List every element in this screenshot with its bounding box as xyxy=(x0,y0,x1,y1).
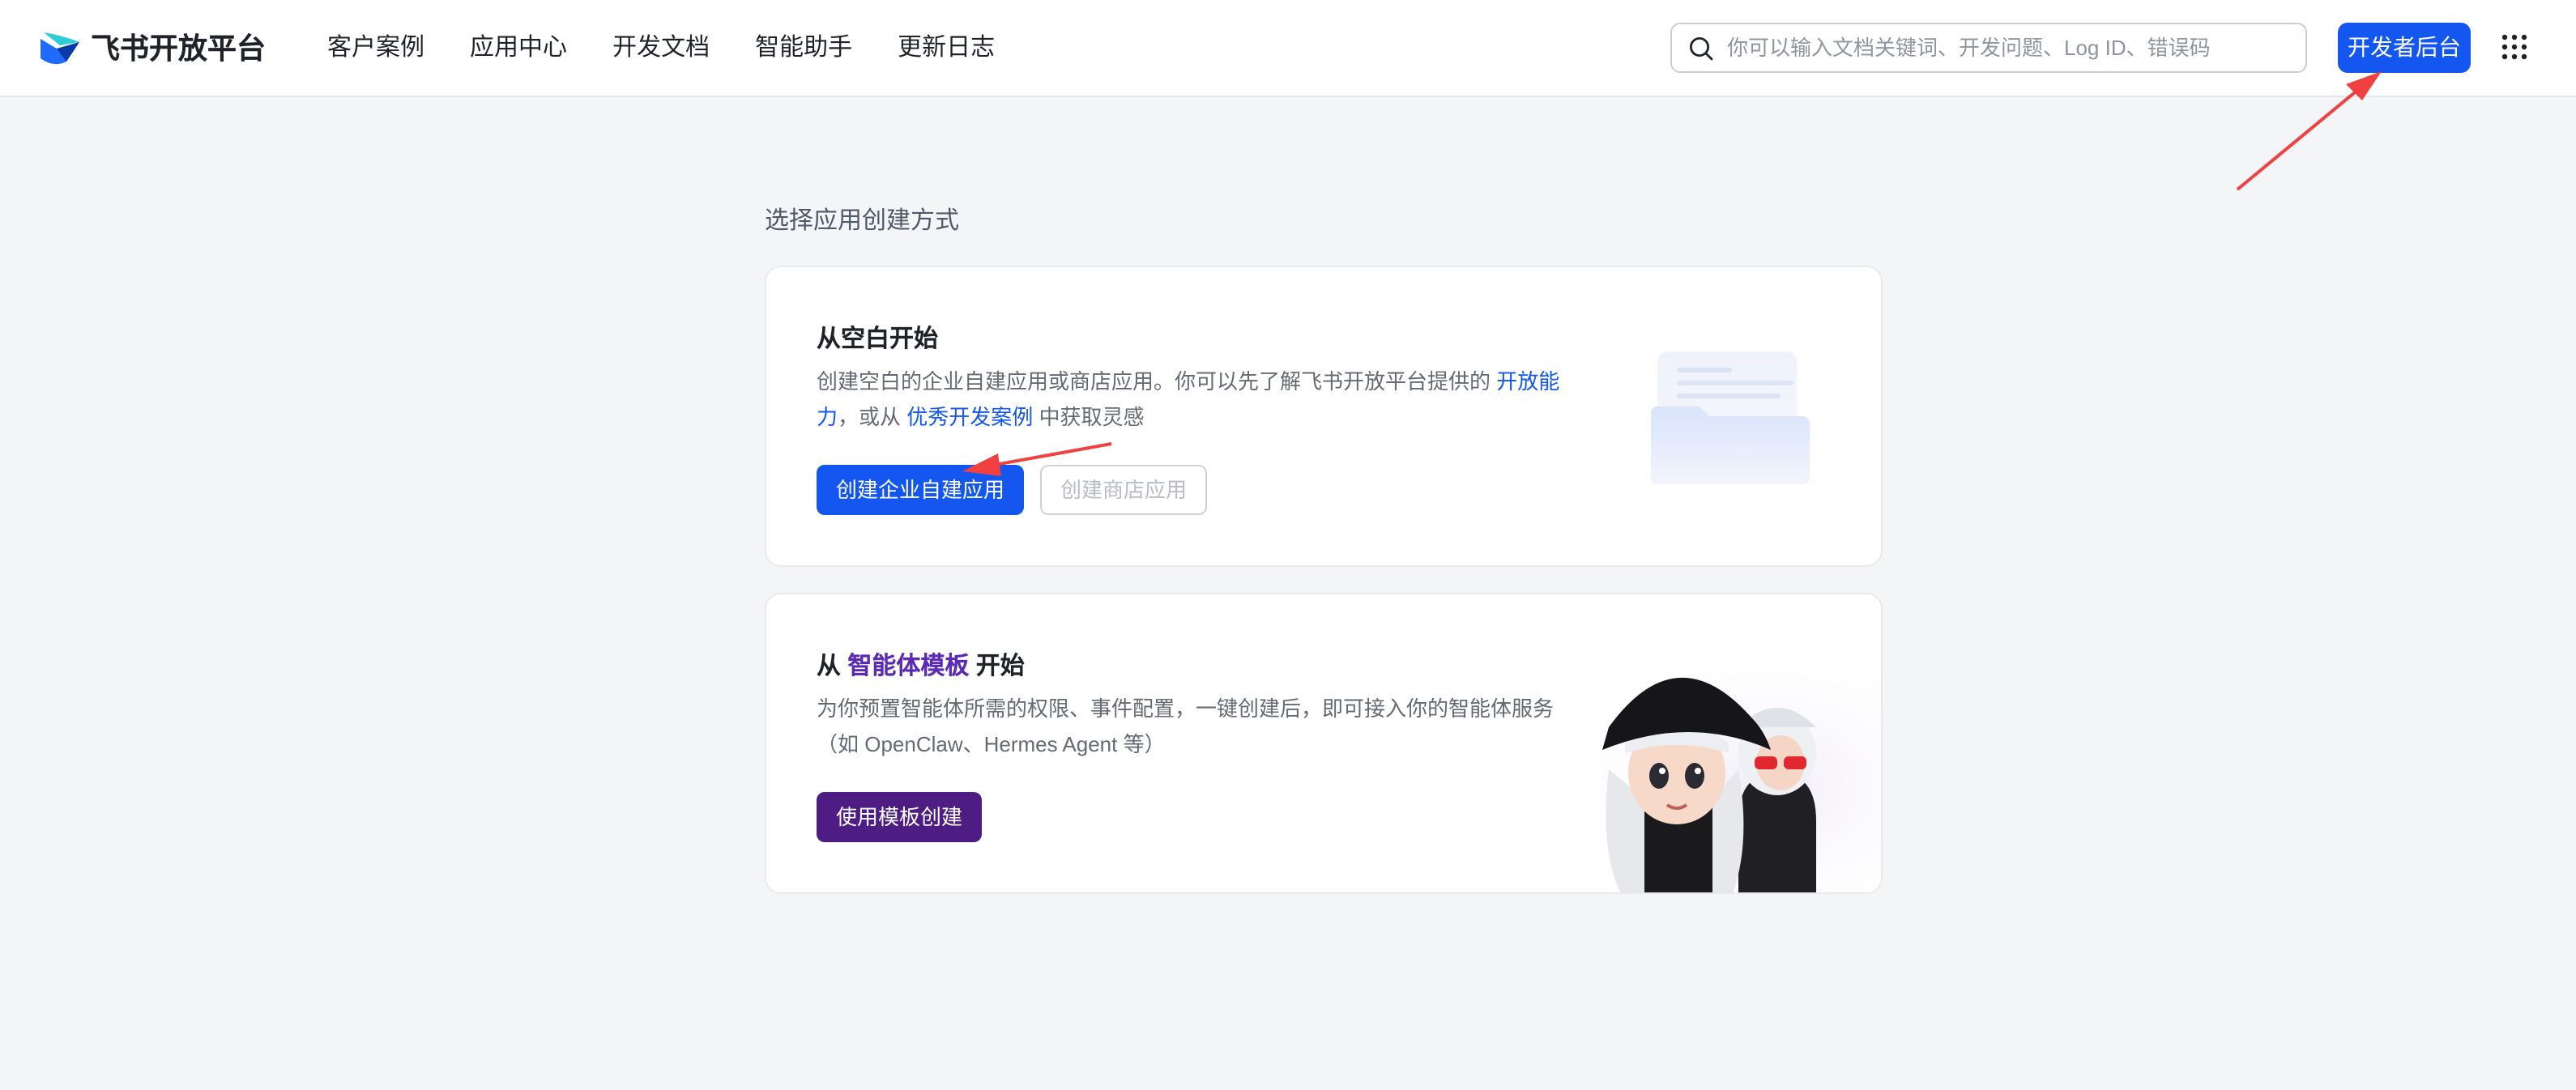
nav-changelog[interactable]: 更新日志 xyxy=(898,0,995,97)
app-grid-icon[interactable] xyxy=(2500,32,2529,62)
folder-illustration-icon xyxy=(1651,351,1810,484)
create-enterprise-app-button[interactable]: 创建企业自建应用 xyxy=(817,465,1025,515)
desc-text: ，或从 xyxy=(838,405,907,429)
agent-template-highlight: 智能体模板 xyxy=(847,653,970,680)
desc-text: 创建空白的企业自建应用或商店应用。你可以先了解飞书开放平台提供的 xyxy=(817,369,1497,394)
create-from-template-button[interactable]: 使用模板创建 xyxy=(817,792,983,842)
top-navigation-bar: 飞书开放平台 客户案例 应用中心 开发文档 智能助手 更新日志 开发者后台 xyxy=(0,0,2576,97)
card-description: 创建空白的企业自建应用或商店应用。你可以先了解飞书开放平台提供的 开放能力，或从… xyxy=(817,364,1562,436)
search-box[interactable] xyxy=(1670,23,2307,73)
title-text: 从 xyxy=(817,653,848,680)
main-nav: 客户案例 应用中心 开发文档 智能助手 更新日志 xyxy=(327,0,1040,97)
desc-text: 中获取灵感 xyxy=(1033,405,1145,429)
card-title: 从 智能体模板 开始 xyxy=(817,649,1025,685)
title-text: 开始 xyxy=(969,653,1025,680)
blank-start-card: 从空白开始 创建空白的企业自建应用或商店应用。你可以先了解飞书开放平台提供的 开… xyxy=(765,266,1883,567)
agent-template-card: 从 智能体模板 开始 为你预置智能体所需的权限、事件配置，一键创建后，即可接入你… xyxy=(765,593,1883,894)
nav-dev-docs[interactable]: 开发文档 xyxy=(612,0,710,97)
search-icon xyxy=(1689,36,1713,61)
brand-name[interactable]: 飞书开放平台 xyxy=(91,29,266,68)
nav-app-center[interactable]: 应用中心 xyxy=(470,0,567,97)
create-store-app-button[interactable]: 创建商店应用 xyxy=(1040,465,1207,515)
feishu-logo-icon[interactable] xyxy=(37,29,83,68)
nav-customer-cases[interactable]: 客户案例 xyxy=(327,0,424,97)
nav-ai-assistant[interactable]: 智能助手 xyxy=(755,0,852,97)
dev-cases-link[interactable]: 优秀开发案例 xyxy=(906,405,1033,429)
agent-characters-illustration xyxy=(1495,627,1881,892)
card-title: 从空白开始 xyxy=(817,326,939,353)
developer-console-button[interactable]: 开发者后台 xyxy=(2338,23,2471,73)
search-input[interactable] xyxy=(1727,24,2294,71)
card-description: 为你预置智能体所需的权限、事件配置，一键创建后，即可接入你的智能体服务（如 Op… xyxy=(817,696,1555,756)
section-title: 选择应用创建方式 xyxy=(765,207,960,235)
